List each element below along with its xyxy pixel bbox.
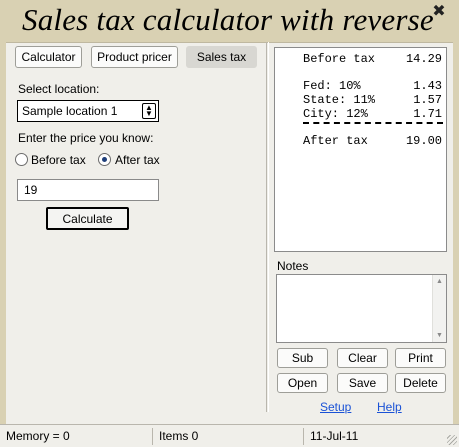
radio-after-tax-label[interactable]: After tax: [115, 153, 160, 167]
clear-button[interactable]: Clear: [337, 348, 388, 368]
open-button[interactable]: Open: [277, 373, 328, 393]
receipt-city-label: City: 12%: [303, 107, 368, 121]
help-link[interactable]: Help: [377, 400, 402, 414]
tab-sales-tax[interactable]: Sales tax: [186, 46, 257, 68]
receipt-before-tax-value: 14.29: [405, 52, 442, 66]
notes-label: Notes: [277, 259, 309, 273]
radio-after-tax[interactable]: [98, 153, 111, 166]
delete-button[interactable]: Delete: [395, 373, 446, 393]
receipt-state-label: State: 11%: [303, 93, 376, 107]
print-button[interactable]: Print: [395, 348, 446, 368]
price-prompt-label: Enter the price you know:: [18, 131, 154, 145]
receipt-state-value: 1.57: [413, 93, 442, 107]
tab-calculator[interactable]: Calculator: [15, 46, 82, 68]
save-button[interactable]: Save: [337, 373, 388, 393]
scroll-down-arrow-icon[interactable]: ▼: [436, 332, 443, 339]
receipt-after-tax-value: 19.00: [405, 134, 442, 148]
scroll-up-arrow-icon[interactable]: ▲: [436, 278, 443, 285]
sub-button[interactable]: Sub: [277, 348, 328, 368]
receipt-display: Before tax 14.29 Fed: 10% 1.43 State: 11…: [274, 47, 447, 252]
notes-textarea[interactable]: ▲ ▼: [276, 274, 447, 343]
receipt-after-tax-label: After tax: [303, 134, 368, 148]
radio-before-tax-label[interactable]: Before tax: [31, 153, 86, 167]
status-memory: Memory = 0: [6, 429, 70, 443]
location-select-value: Sample location 1: [22, 104, 118, 118]
status-items: Items 0: [152, 428, 303, 445]
setup-link[interactable]: Setup: [320, 400, 351, 414]
receipt-fed-value: 1.43: [413, 79, 442, 93]
radio-before-tax[interactable]: [15, 153, 28, 166]
tab-product-pricer[interactable]: Product pricer: [91, 46, 178, 68]
notes-scrollbar[interactable]: ▲ ▼: [432, 275, 446, 342]
status-date: 11-Jul-11: [303, 428, 443, 445]
receipt-city-value: 1.71: [413, 107, 442, 121]
status-bar: Memory = 0 Items 0 11-Jul-11: [0, 424, 459, 447]
window-title: Sales tax calculator with reverse: [22, 2, 434, 37]
receipt-fed-label: Fed: 10%: [303, 79, 361, 93]
up-down-arrows-icon[interactable]: ▲ ▼: [142, 103, 156, 119]
receipt-before-tax-label: Before tax: [303, 52, 376, 66]
location-label: Select location:: [18, 82, 100, 96]
price-input[interactable]: 19: [17, 179, 159, 201]
calculate-button[interactable]: Calculate: [46, 207, 129, 230]
receipt-divider: [303, 122, 443, 124]
resize-grip-icon[interactable]: [447, 435, 457, 445]
panel-divider: [266, 42, 269, 412]
location-select[interactable]: Sample location 1 ▲ ▼: [17, 100, 159, 122]
close-icon[interactable]: ✖: [431, 4, 447, 20]
